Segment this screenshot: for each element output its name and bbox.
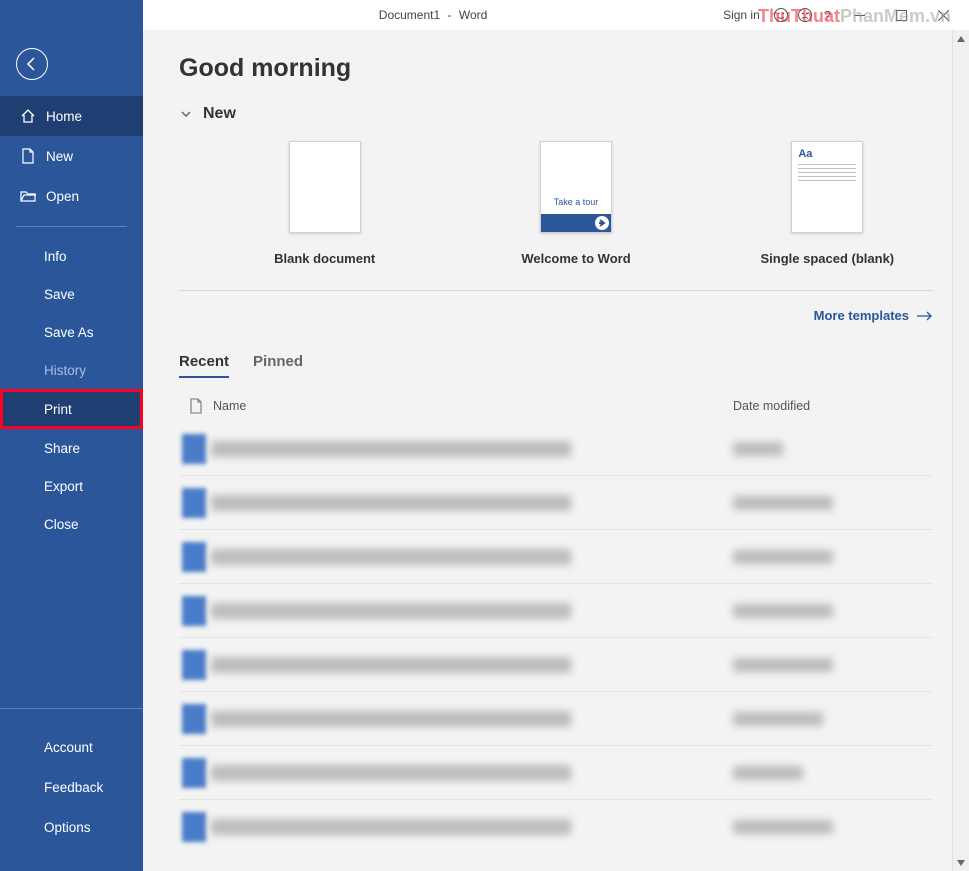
vertical-scrollbar[interactable] <box>952 30 969 871</box>
scroll-down-button[interactable] <box>953 854 969 871</box>
titlebar-right: Sign in ? <box>723 0 969 30</box>
tab-pinned[interactable]: Pinned <box>253 353 303 378</box>
new-doc-icon <box>20 148 36 164</box>
recent-file-row[interactable] <box>179 530 933 584</box>
sidebar-item-feedback[interactable]: Feedback <box>0 767 143 807</box>
tour-bar <box>541 214 611 232</box>
section-divider <box>179 290 933 291</box>
recent-file-row[interactable] <box>179 476 933 530</box>
recent-file-row[interactable] <box>179 584 933 638</box>
recent-file-row[interactable] <box>179 692 933 746</box>
titlebar-title: Document1 - Word <box>143 8 723 22</box>
sidebar-item-save[interactable]: Save <box>0 275 143 313</box>
template-blank-label: Blank document <box>274 251 375 266</box>
scroll-track[interactable] <box>953 47 969 854</box>
sidebar-item-history[interactable]: History <box>0 351 143 389</box>
scroll-up-button[interactable] <box>953 30 969 47</box>
new-section-label: New <box>203 105 236 123</box>
tab-recent[interactable]: Recent <box>179 353 229 378</box>
chevron-down-icon <box>179 107 193 121</box>
template-blank[interactable]: Blank document <box>219 141 430 266</box>
templates-row: Blank document Take a tour Welcome to Wo… <box>179 141 933 290</box>
back-button[interactable] <box>16 48 48 80</box>
minimize-button[interactable] <box>841 0 877 30</box>
home-icon <box>20 108 36 124</box>
titlebar: Document1 - Word Sign in ? <box>0 0 969 30</box>
sidebar-item-save-as[interactable]: Save As <box>0 313 143 351</box>
recent-file-row[interactable] <box>179 422 933 476</box>
sidebar-label-print: Print <box>44 402 72 417</box>
sidebar-divider <box>16 226 127 227</box>
sidebar-item-info[interactable]: Info <box>0 237 143 275</box>
sidebar-item-export[interactable]: Export <box>0 467 143 505</box>
template-welcome-label: Welcome to Word <box>521 251 630 266</box>
sidebar-bottom: Account Feedback Options <box>0 708 143 871</box>
greeting-heading: Good morning <box>179 54 933 83</box>
titlebar-sidebar-fill <box>0 0 143 30</box>
sidebar-item-open[interactable]: Open <box>0 176 143 216</box>
col-date-header[interactable]: Date modified <box>733 399 933 413</box>
recent-file-row[interactable] <box>179 800 933 854</box>
template-blank-thumb <box>289 141 361 233</box>
backstage-sidebar: Home New Open Info Save Save As History … <box>0 30 143 871</box>
app-name: Word <box>459 8 487 22</box>
sidebar-item-options[interactable]: Options <box>0 807 143 847</box>
col-icon <box>179 398 213 414</box>
document-icon <box>189 398 203 414</box>
sidebar-item-share[interactable]: Share <box>0 429 143 467</box>
maximize-button[interactable] <box>883 0 919 30</box>
frown-icon[interactable] <box>796 6 814 24</box>
recent-file-row[interactable] <box>179 638 933 692</box>
sidebar-item-account[interactable]: Account <box>0 727 143 767</box>
tour-text: Take a tour <box>554 197 599 207</box>
sidebar-label-home: Home <box>46 109 82 124</box>
sidebar-item-home[interactable]: Home <box>0 96 143 136</box>
arrow-right-icon <box>917 310 933 322</box>
smile-icon[interactable] <box>772 6 790 24</box>
doc-name: Document1 <box>379 8 440 22</box>
sidebar-item-close[interactable]: Close <box>0 505 143 543</box>
recent-list-header: Name Date modified <box>179 388 933 422</box>
more-templates-row: More templates <box>179 307 933 325</box>
help-icon[interactable]: ? <box>820 8 835 23</box>
sign-in-link[interactable]: Sign in <box>723 8 760 22</box>
template-single-spaced[interactable]: Aa Single spaced (blank) <box>722 141 933 266</box>
template-welcome[interactable]: Take a tour Welcome to Word <box>470 141 681 266</box>
more-templates-link[interactable]: More templates <box>814 308 933 323</box>
recent-file-row[interactable] <box>179 746 933 800</box>
new-section-header[interactable]: New <box>179 105 933 123</box>
col-name-header[interactable]: Name <box>213 399 733 413</box>
close-window-button[interactable] <box>925 0 961 30</box>
sidebar-item-new[interactable]: New <box>0 136 143 176</box>
single-aa: Aa <box>798 148 856 160</box>
sidebar-item-print[interactable]: Print <box>0 389 143 429</box>
backstage-main: Good morning New Blank document Take a t… <box>143 30 969 871</box>
open-folder-icon <box>20 188 36 204</box>
arrow-right-icon <box>595 216 609 230</box>
template-single-label: Single spaced (blank) <box>760 251 894 266</box>
template-single-thumb: Aa <box>791 141 863 233</box>
sidebar-label-open: Open <box>46 189 79 204</box>
sidebar-label-new: New <box>46 149 73 164</box>
template-welcome-thumb: Take a tour <box>540 141 612 233</box>
recent-tabs: Recent Pinned <box>179 353 933 378</box>
